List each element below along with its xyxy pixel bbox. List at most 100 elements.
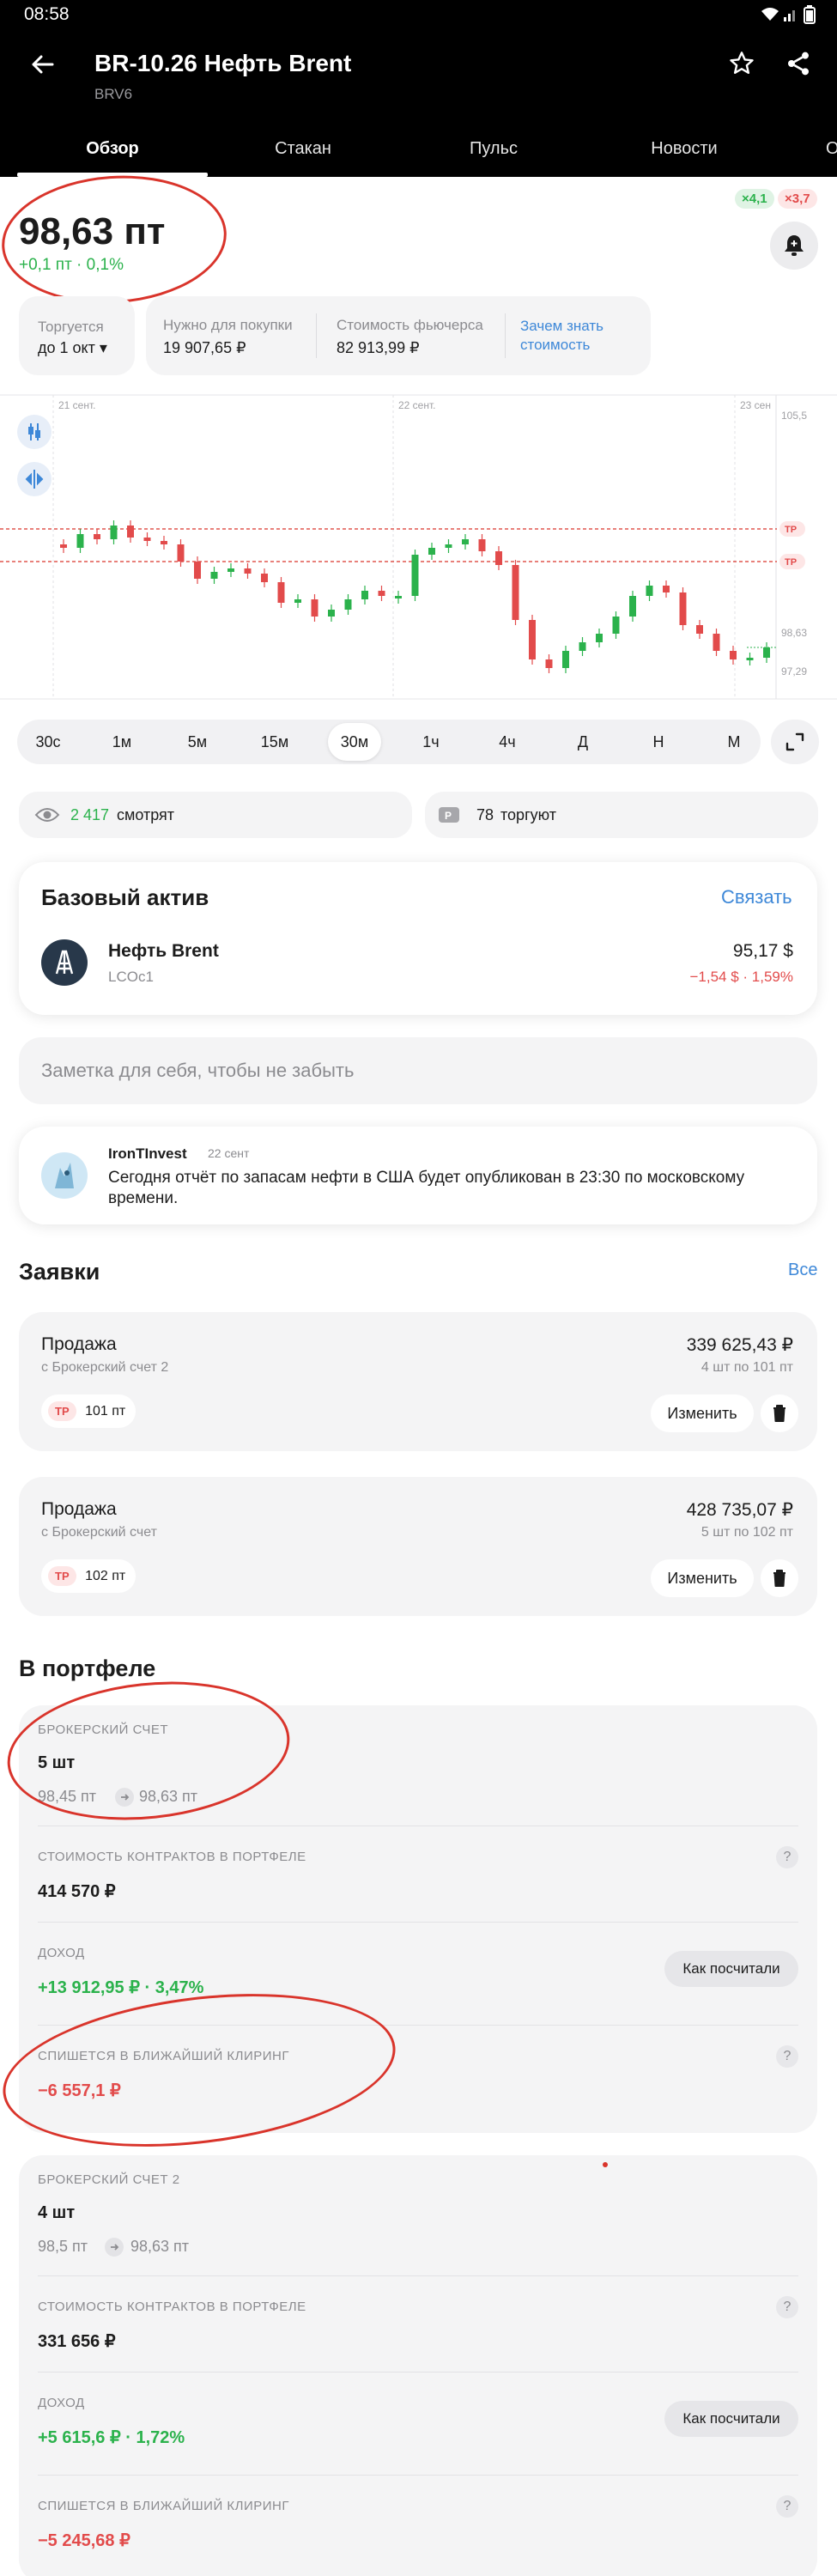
tab-bar: Обзор Стакан Пульс Новости О	[0, 125, 837, 177]
costs-card: Нужно для покупки 19 907,65 ₽ Стоимость …	[146, 296, 651, 375]
divider	[38, 2275, 798, 2276]
all-orders-link[interactable]: Все	[788, 1261, 817, 1280]
base-asset-title: Базовый актив	[41, 884, 209, 910]
candle	[478, 539, 486, 551]
order-amount: 428 735,07 ₽	[686, 1500, 793, 1520]
x-tick-label: 22 сент.	[398, 399, 435, 411]
price-chart[interactable]: 21 сент. 22 сент. 23 сен 105,5 98,63 97,29 TP T…	[0, 393, 837, 702]
candle	[344, 599, 352, 610]
bell-plus-icon	[782, 233, 806, 263]
how-calculated-button[interactable]: Как посчитали	[664, 1951, 798, 1987]
order-tag: TP 101 пт	[41, 1394, 136, 1428]
divider	[38, 2475, 798, 2476]
edit-order-button[interactable]: Изменить	[651, 1394, 754, 1432]
tab-order-book[interactable]: Стакан	[208, 139, 398, 159]
timeframe-week[interactable]: Н	[628, 720, 689, 764]
order-type: Продажа	[41, 1499, 117, 1519]
clearing-value: −5 245,68 ₽	[38, 2531, 130, 2550]
candlestick-chart[interactable]: 21 сент. 22 сент. 23 сен 105,5 98,63 97,29 TP T…	[0, 393, 837, 702]
candle	[445, 544, 452, 548]
timeframe-1h[interactable]: 1ч	[400, 720, 462, 764]
timeframe-15m[interactable]: 15м	[244, 720, 306, 764]
candle	[94, 534, 100, 539]
fullscreen-button[interactable]	[771, 720, 819, 764]
portfolio-title: В портфеле	[19, 1656, 156, 1681]
contracts-cost-label: СТОИМОСТЬ КОНТРАКТОВ В ПОРТФЕЛЕ	[38, 1850, 306, 1864]
candle	[60, 544, 67, 548]
delete-order-button[interactable]	[761, 1394, 798, 1432]
tab-about[interactable]: О	[826, 139, 837, 159]
pulse-post-card[interactable]: IronTInvest 22 сент Сегодня отчёт по зап…	[19, 1127, 817, 1224]
battery-icon	[804, 5, 816, 28]
candle	[696, 625, 703, 634]
post-date: 22 сент	[208, 1146, 250, 1160]
price-alert-button[interactable]	[770, 222, 818, 270]
timeframe-day[interactable]: Д	[552, 720, 614, 764]
help-icon[interactable]: ?	[776, 2045, 798, 2068]
timeframe-month[interactable]: М	[703, 720, 765, 764]
post-text: Сегодня отчёт по запасам нефти в США буд…	[108, 1169, 745, 1207]
traders-text: торгуют	[500, 806, 556, 823]
order-tp-value: 102 пт	[85, 1569, 126, 1583]
candle	[663, 586, 670, 592]
y-tick-label: 105,5	[781, 410, 807, 422]
candle	[746, 658, 754, 660]
expiry-value: до 1 окт ▾	[38, 339, 107, 356]
chart-draw-icon[interactable]	[17, 462, 52, 496]
tab-pulse[interactable]: Пульс	[398, 139, 589, 159]
avg-price: 98,5 пт	[38, 2238, 88, 2255]
income-value: +13 912,95 ₽ · 3,47%	[38, 1978, 204, 1997]
tab-overview[interactable]: Обзор	[17, 139, 208, 159]
signal-icon	[783, 7, 798, 27]
edit-order-button[interactable]: Изменить	[651, 1559, 754, 1597]
candle	[76, 534, 84, 548]
asset-name[interactable]: Нефть Brent	[108, 941, 219, 962]
asset-price: 95,17 $	[732, 941, 793, 961]
star-icon[interactable]	[728, 50, 755, 82]
candle	[244, 568, 252, 574]
timeframe-5m[interactable]: 5м	[167, 720, 228, 764]
eye-icon	[34, 805, 60, 829]
expiry-card[interactable]: Торгуется до 1 окт ▾	[19, 296, 135, 375]
candle	[378, 591, 385, 596]
delete-order-button[interactable]	[761, 1559, 798, 1597]
candle	[763, 647, 770, 658]
tp-badge: TP	[48, 1566, 76, 1586]
candle	[529, 620, 536, 659]
why-cost-link[interactable]: Зачем знать стоимость	[520, 317, 632, 355]
candle	[161, 541, 167, 544]
position-qty: 4 шт	[38, 2203, 76, 2222]
expiry-label: Торгуется	[38, 319, 104, 335]
link-asset-button[interactable]: Связать	[721, 886, 792, 908]
timeframe-1m[interactable]: 1м	[91, 720, 153, 764]
svg-text:P: P	[445, 810, 452, 822]
order-card[interactable]: Продажа с Брокерский счет 2 339 625,43 ₽…	[19, 1312, 817, 1451]
help-icon[interactable]: ?	[776, 1846, 798, 1868]
timeframe-30m[interactable]: 30м	[324, 720, 385, 764]
share-icon[interactable]	[785, 50, 812, 82]
post-author[interactable]: IronTInvest	[108, 1145, 187, 1163]
order-detail: 5 шт по 102 пт	[701, 1525, 793, 1540]
candle	[110, 526, 118, 539]
order-card[interactable]: Продажа с Брокерский счет 428 735,07 ₽ 5…	[19, 1477, 817, 1616]
tab-news[interactable]: Новости	[589, 139, 779, 159]
candle	[679, 592, 687, 625]
candle	[177, 544, 185, 562]
x-tick-label: 23 сен	[740, 399, 771, 411]
candle	[646, 586, 653, 596]
help-icon[interactable]: ?	[776, 2296, 798, 2318]
timeframe-30s[interactable]: 30с	[17, 720, 79, 764]
status-bar: 08:58	[0, 0, 837, 31]
back-arrow-icon[interactable]	[29, 52, 55, 82]
candle	[227, 568, 234, 572]
help-icon[interactable]: ?	[776, 2495, 798, 2518]
leverage-short-badge: ×3,7	[778, 189, 817, 209]
timeframe-4h[interactable]: 4ч	[476, 720, 538, 764]
note-input[interactable]: Заметка для себя, чтобы не забыть	[19, 1037, 817, 1104]
orders-title: Заявки	[19, 1259, 100, 1285]
candle	[311, 599, 318, 617]
chart-indicators-icon[interactable]	[17, 415, 52, 449]
tp-badge: TP	[48, 1401, 76, 1421]
candle	[512, 565, 519, 620]
how-calculated-button[interactable]: Как посчитали	[664, 2401, 798, 2437]
